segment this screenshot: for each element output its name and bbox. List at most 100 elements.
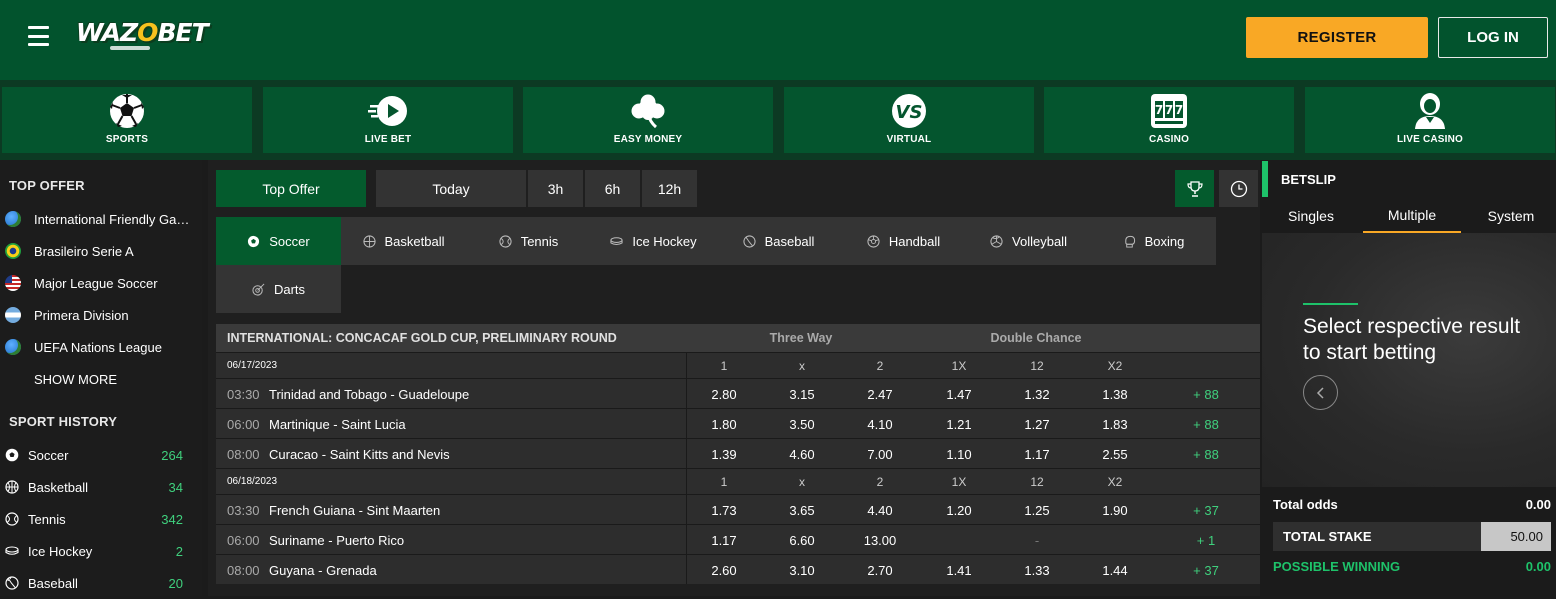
odds-cell[interactable]: 3.50 [772, 417, 832, 432]
betslip-tab-system[interactable]: System [1462, 198, 1556, 233]
category-easy-money[interactable]: EASY MONEY [523, 87, 773, 153]
odds-cell[interactable]: 1.17 [694, 533, 754, 548]
tab-tennis[interactable]: Tennis [466, 217, 591, 265]
top-offer-item[interactable]: UEFA Nations League [0, 331, 202, 363]
more-markets-link[interactable]: + 88 [1176, 417, 1236, 432]
odds-cell[interactable]: 6.60 [772, 533, 832, 548]
top-offer-item[interactable]: International Friendly Games [0, 203, 202, 235]
match-row[interactable]: 08:00 Guyana - Grenada 2.60 3.10 2.70 1.41 1.3… [216, 554, 1260, 584]
odds-cell[interactable]: 4.60 [772, 447, 832, 462]
odds-cell[interactable]: 1.32 [1007, 387, 1067, 402]
sport-history-count: 20 [168, 575, 183, 591]
sport-history-label: Baseball [28, 575, 78, 591]
top-offer-label: International Friendly Games [34, 211, 192, 227]
tab-ice-hockey[interactable]: Ice Hockey [591, 217, 716, 265]
betslip-back-button[interactable] [1303, 375, 1338, 410]
category-live-casino[interactable]: LIVE CASINO [1305, 87, 1555, 153]
sport-history-label: Ice Hockey [28, 543, 93, 559]
tab-volleyball[interactable]: Volleyball [966, 217, 1091, 265]
sport-history-item[interactable]: Tennis 342 [0, 503, 202, 535]
sport-history-heading: SPORT HISTORY [9, 414, 118, 429]
chevron-left-icon [1316, 386, 1324, 399]
sport-history-item[interactable]: Ice Hockey 2 [0, 535, 202, 567]
show-more-link[interactable]: SHOW MORE [0, 363, 202, 395]
top-offer-item[interactable]: Brasileiro Serie A [0, 235, 202, 267]
odds-cell[interactable]: 2.47 [850, 387, 910, 402]
odds-cell[interactable]: 2.70 [850, 563, 910, 578]
trophy-button[interactable] [1175, 170, 1214, 207]
odds-cell[interactable]: 1.27 [1007, 417, 1067, 432]
odds-cell[interactable]: 1.25 [1007, 503, 1067, 518]
betslip-tab-singles[interactable]: Singles [1262, 198, 1360, 233]
tab-boxing[interactable]: Boxing [1091, 217, 1216, 265]
odds-cell[interactable]: 1.38 [1085, 387, 1145, 402]
odds-cell[interactable]: 1.73 [694, 503, 754, 518]
category-live-bet[interactable]: LIVE BET [263, 87, 513, 153]
odds-cell[interactable]: 1.44 [1085, 563, 1145, 578]
tab-soccer[interactable]: Soccer [216, 217, 341, 265]
match-row[interactable]: 08:00 Curacao - Saint Kitts and Nevis 1.39… [216, 438, 1260, 468]
odds-cell[interactable]: 1.20 [929, 503, 989, 518]
filter-12h[interactable]: 12h [642, 170, 697, 207]
odds-cell[interactable]: 2.80 [694, 387, 754, 402]
sport-history-item[interactable]: Soccer 264 [0, 439, 202, 471]
tab-handball[interactable]: Handball [841, 217, 966, 265]
tab-basketball[interactable]: Basketball [341, 217, 466, 265]
odds-cell[interactable]: 3.15 [772, 387, 832, 402]
menu-icon[interactable] [28, 26, 49, 46]
top-offer-heading: TOP OFFER [9, 178, 85, 193]
odds-cell[interactable]: 1.90 [1085, 503, 1145, 518]
odds-cell[interactable]: 1.10 [929, 447, 989, 462]
category-virtual[interactable]: VS VIRTUAL [784, 87, 1034, 153]
odds-cell[interactable]: 3.10 [772, 563, 832, 578]
more-markets-link[interactable]: + 88 [1176, 387, 1236, 402]
category-casino[interactable]: 777 CASINO [1044, 87, 1294, 153]
tab-label: Basketball [384, 233, 445, 249]
filter-3h[interactable]: 3h [528, 170, 583, 207]
more-markets-link[interactable]: + 1 [1176, 533, 1236, 548]
category-sports[interactable]: SPORTS [2, 87, 252, 153]
top-offer-item[interactable]: Major League Soccer [0, 267, 202, 299]
match-row[interactable]: 03:30 French Guiana - Sint Maarten 1.73 3.6… [216, 494, 1260, 524]
argentina-flag-icon [5, 307, 21, 323]
match-teams: Trinidad and Tobago - Guadeloupe [269, 387, 470, 402]
odds-cell[interactable]: 4.10 [850, 417, 910, 432]
odds-cell[interactable]: 1.47 [929, 387, 989, 402]
sport-history-item[interactable]: Baseball 20 [0, 567, 202, 599]
odds-cell[interactable]: 4.40 [850, 503, 910, 518]
match-row[interactable]: 06:00 Suriname - Puerto Rico 1.17 6.60 13.00… [216, 524, 1260, 554]
odds-cell[interactable]: 1.39 [694, 447, 754, 462]
tab-darts[interactable]: Darts [216, 265, 341, 313]
odds-cell[interactable]: 13.00 [850, 533, 910, 548]
odds-cell[interactable]: 7.00 [850, 447, 910, 462]
odds-cell: - [1034, 533, 1040, 548]
betslip-tab-multiple[interactable]: Multiple [1363, 198, 1461, 233]
odds-cell[interactable]: 3.65 [772, 503, 832, 518]
odds-cell[interactable]: 1.17 [1007, 447, 1067, 462]
more-markets-link[interactable]: + 88 [1176, 447, 1236, 462]
odds-cell[interactable]: 2.60 [694, 563, 754, 578]
odds-cell[interactable]: 1.21 [929, 417, 989, 432]
filter-6h[interactable]: 6h [585, 170, 640, 207]
clock-button[interactable] [1219, 170, 1258, 207]
sport-history-item[interactable]: Basketball 34 [0, 471, 202, 503]
login-button[interactable]: LOG IN [1438, 17, 1548, 58]
more-markets-link[interactable]: + 37 [1176, 563, 1236, 578]
odds-cell[interactable]: 1.41 [929, 563, 989, 578]
match-row[interactable]: 06:00 Martinique - Saint Lucia 1.80 3.50 4.1… [216, 408, 1260, 438]
boxing-icon [1124, 235, 1135, 248]
today-filter[interactable]: Today [376, 170, 526, 207]
wazobet-logo[interactable]: WAZOBET [76, 18, 209, 47]
total-stake-input[interactable]: 50.00 [1481, 522, 1551, 551]
more-markets-link[interactable]: + 37 [1176, 503, 1236, 518]
top-offer-filter[interactable]: Top Offer [216, 170, 366, 207]
register-button[interactable]: REGISTER [1246, 17, 1428, 58]
odds-cell[interactable]: 2.55 [1085, 447, 1145, 462]
odds-cell[interactable]: 1.33 [1007, 563, 1067, 578]
match-row[interactable]: 03:30 Trinidad and Tobago - Guadeloupe 2.8… [216, 378, 1260, 408]
tab-baseball[interactable]: Baseball [716, 217, 841, 265]
top-offer-item[interactable]: Primera Division [0, 299, 202, 331]
odds-cell[interactable]: 1.80 [694, 417, 754, 432]
left-panel: TOP OFFER International Friendly Games B… [0, 160, 202, 596]
odds-cell[interactable]: 1.83 [1085, 417, 1145, 432]
